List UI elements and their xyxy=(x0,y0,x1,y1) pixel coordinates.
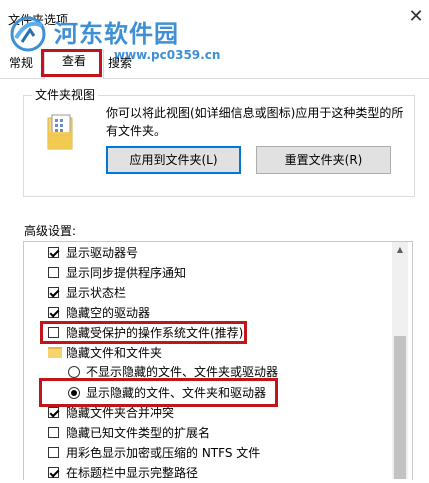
list-item-label: 显示同步提供程序通知 xyxy=(66,266,187,280)
list-item-label: 隐藏空的驱动器 xyxy=(66,306,151,320)
list-item-label: 隐藏已知文件类型的扩展名 xyxy=(66,426,211,440)
list-item-label: 显示状态栏 xyxy=(66,286,127,300)
close-button[interactable]: ✕ xyxy=(406,7,426,27)
checkbox[interactable] xyxy=(48,447,59,458)
tab-general[interactable]: 常规 xyxy=(6,52,36,74)
checkbox[interactable] xyxy=(48,287,59,298)
watermark-site-name: 河东软件园 xyxy=(54,19,179,48)
highlight-box-view-tab xyxy=(41,49,102,77)
scroll-up-icon[interactable]: ▲ xyxy=(392,242,408,258)
checkbox[interactable] xyxy=(48,247,59,258)
checkbox[interactable] xyxy=(48,427,59,438)
folder-views-label: 文件夹视图 xyxy=(32,86,99,103)
checkbox[interactable] xyxy=(48,467,59,478)
scroll-thumb[interactable] xyxy=(394,336,406,479)
list-scrollbar[interactable]: ▲ xyxy=(392,242,408,479)
folder-icon xyxy=(48,347,62,358)
radio-button[interactable] xyxy=(68,366,80,378)
list-item-label: 显示驱动器号 xyxy=(66,246,139,260)
folder-view-icon xyxy=(47,114,73,150)
checkbox[interactable] xyxy=(48,267,59,278)
tab-search[interactable]: 搜索 xyxy=(104,52,136,74)
apply-to-folders-button[interactable]: 应用到文件夹(L) xyxy=(106,146,241,174)
advanced-settings-label: 高级设置: xyxy=(24,224,77,238)
reset-folders-button[interactable]: 重置文件夹(R) xyxy=(256,146,391,174)
list-item-label: 在标题栏中显示完整路径 xyxy=(66,466,199,480)
folder-views-description: 你可以将此视图(如详细信息或图标)应用于这种类型的所有文件夹。 xyxy=(106,106,404,138)
list-item-label: 隐藏文件和文件夹 xyxy=(66,346,163,360)
highlight-box-show-hidden xyxy=(39,378,278,407)
highlight-box-protected-files xyxy=(40,321,247,344)
checkbox[interactable] xyxy=(48,307,59,318)
list-item-label: 用彩色显示加密或压缩的 NTFS 文件 xyxy=(66,446,261,460)
checkbox[interactable] xyxy=(48,407,59,418)
